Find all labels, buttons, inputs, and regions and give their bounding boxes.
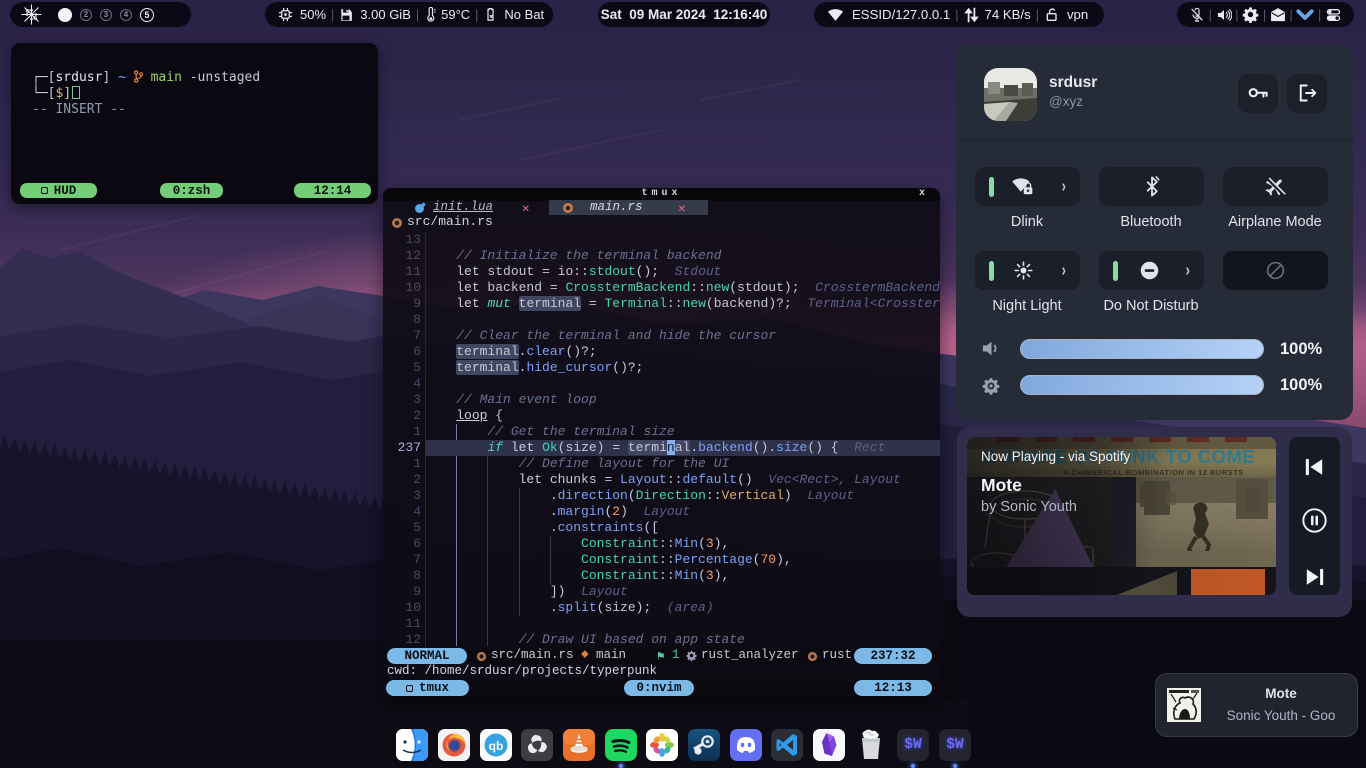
svg-text:qb: qb bbox=[489, 739, 504, 753]
